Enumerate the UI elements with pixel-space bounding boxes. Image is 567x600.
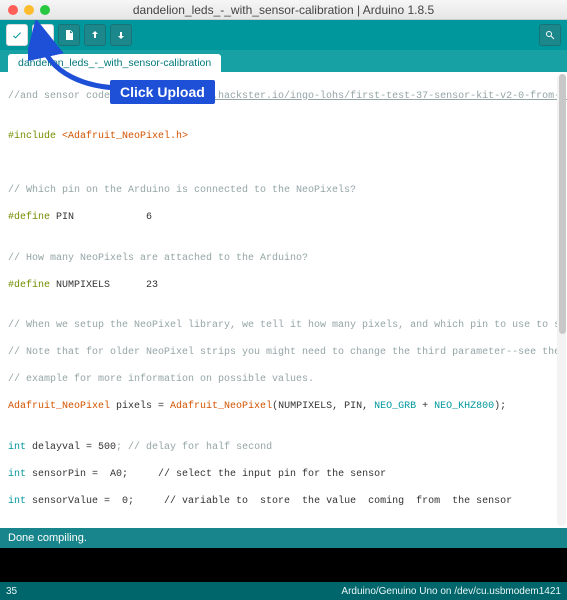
- code-text: 6: [74, 212, 152, 223]
- console-output: [0, 548, 567, 582]
- toolbar: [0, 20, 567, 50]
- code-text: // Which pin on the Arduino is connected…: [8, 185, 356, 196]
- serial-monitor-icon: [544, 29, 556, 41]
- serial-monitor-button[interactable]: [539, 24, 561, 46]
- arrow-right-icon: [37, 29, 49, 41]
- check-icon: [11, 29, 23, 41]
- save-button[interactable]: [110, 24, 132, 46]
- code-text: +: [416, 401, 434, 412]
- code-text: delayval =: [26, 442, 98, 453]
- open-button[interactable]: [84, 24, 106, 46]
- code-text: Adafruit_NeoPixel: [8, 401, 110, 412]
- code-text: 500: [98, 442, 116, 453]
- tab-sketch[interactable]: dandelion_leds_-_with_sensor-calibration: [8, 54, 221, 72]
- code-text: ; // delay for half second: [116, 442, 272, 453]
- file-new-icon: [63, 29, 75, 41]
- code-text: // How many NeoPixels are attached to th…: [8, 253, 308, 264]
- code-text: int: [8, 442, 26, 453]
- zoom-window-button[interactable]: [40, 5, 50, 15]
- window-controls: [8, 5, 50, 15]
- code-text: // When we setup the NeoPixel library, w…: [8, 320, 567, 331]
- code-text: int: [8, 469, 26, 480]
- code-text: PIN: [56, 212, 74, 223]
- code-text: #include: [8, 131, 62, 142]
- code-text: );: [494, 401, 506, 412]
- code-text: sensorPin = A0; // select the input pin …: [26, 469, 386, 480]
- new-button[interactable]: [58, 24, 80, 46]
- code-editor[interactable]: //and sensor code from https://www.hacks…: [0, 72, 567, 528]
- window-titlebar: dandelion_leds_-_with_sensor-calibration…: [0, 0, 567, 20]
- arrow-down-icon: [115, 29, 127, 41]
- footer-board-port: Arduino/Genuino Uno on /dev/cu.usbmodem1…: [341, 586, 561, 597]
- code-text: (NUMPIXELS, PIN,: [272, 401, 374, 412]
- code-text: sensorValue = 0; // variable to store th…: [26, 496, 512, 507]
- window-title: dandelion_leds_-_with_sensor-calibration…: [133, 3, 434, 17]
- code-text: NEO_GRB: [374, 401, 416, 412]
- code-text: NEO_KHZ800: [434, 401, 494, 412]
- verify-button[interactable]: [6, 24, 28, 46]
- code-text: <Adafruit_NeoPixel.h>: [62, 131, 188, 142]
- close-window-button[interactable]: [8, 5, 18, 15]
- status-text: Done compiling.: [8, 532, 87, 544]
- code-text: // example for more information on possi…: [8, 374, 314, 385]
- code-text: #define: [8, 212, 56, 223]
- upload-button[interactable]: [32, 24, 54, 46]
- code-text: // Note that for older NeoPixel strips y…: [8, 347, 567, 358]
- code-text: NUMPIXELS: [56, 280, 110, 291]
- arrow-up-icon: [89, 29, 101, 41]
- code-text: #define: [8, 280, 56, 291]
- status-bar: Done compiling.: [0, 528, 567, 548]
- code-text: int: [8, 496, 26, 507]
- footer-line-number: 35: [6, 586, 17, 597]
- code-text: Adafruit_NeoPixel: [170, 401, 272, 412]
- annotation-label: Click Upload: [110, 80, 215, 104]
- code-text: pixels =: [110, 401, 170, 412]
- footer-bar: 35 Arduino/Genuino Uno on /dev/cu.usbmod…: [0, 582, 567, 600]
- code-text: 23: [110, 280, 158, 291]
- tab-bar: dandelion_leds_-_with_sensor-calibration: [0, 50, 567, 72]
- minimize-window-button[interactable]: [24, 5, 34, 15]
- editor-scrollbar-thumb[interactable]: [559, 74, 566, 334]
